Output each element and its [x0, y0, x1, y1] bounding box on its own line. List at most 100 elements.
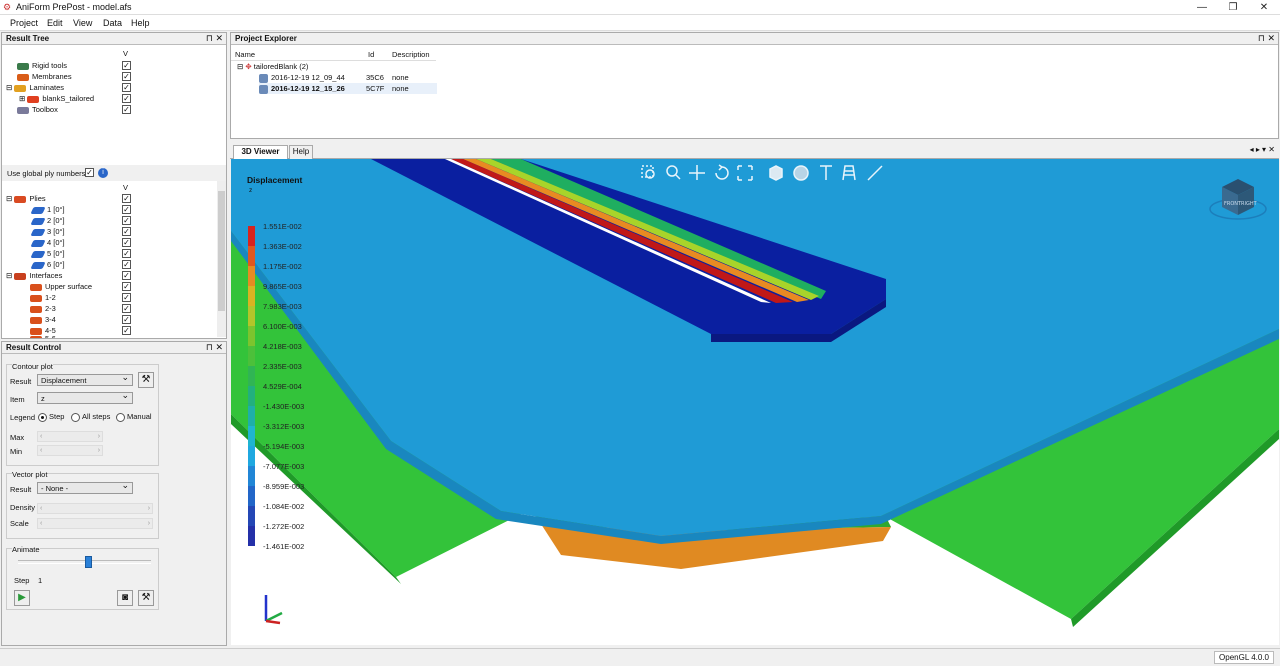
cube-icon[interactable] [769, 165, 783, 181]
laminates-checkbox[interactable]: ✓ [122, 83, 131, 92]
camera-icon[interactable]: ◙ [117, 590, 133, 606]
sphere-icon[interactable] [793, 165, 809, 181]
tab-controls[interactable]: ◂ ▸ ▾ ✕ [1250, 145, 1275, 154]
animate-slider[interactable] [18, 556, 151, 568]
contour-result-select[interactable]: Displacement [37, 372, 133, 386]
legend-manual-radio[interactable]: Manual [116, 412, 152, 422]
ply-checkbox[interactable]: ✓ [122, 205, 131, 214]
menu-view[interactable]: View [73, 18, 92, 28]
plies-checkbox[interactable]: ✓ [122, 194, 131, 203]
ply-checkbox[interactable]: ✓ [122, 216, 131, 225]
column-name[interactable]: Name [235, 50, 255, 59]
pin-icon[interactable]: ⊓ [206, 33, 213, 43]
interface-item[interactable]: Upper surface [30, 281, 92, 292]
legend-step-radio[interactable]: Step [38, 412, 64, 422]
tree-item-laminates[interactable]: ⊟ Laminates [6, 82, 64, 93]
interface-item[interactable]: 2-3 [30, 303, 56, 314]
project-row-selected[interactable]: 2016-12-19 12_15_26 5C7F none [259, 83, 437, 94]
menu-project[interactable]: Project [10, 18, 38, 28]
ply-scrollbar[interactable] [217, 181, 226, 337]
3d-scene[interactable]: FRONT RIGHT [231, 159, 1279, 645]
column-id[interactable]: Id [368, 50, 374, 59]
legend-allsteps-radio[interactable]: All steps [71, 412, 110, 422]
ply-item[interactable]: 6 [0°] [30, 259, 65, 270]
close-button[interactable]: ✕ [1249, 0, 1279, 15]
ply-checkbox[interactable]: ✓ [122, 260, 131, 269]
interface-checkbox[interactable]: ✓ [122, 293, 131, 302]
interface-checkbox[interactable]: ✓ [122, 326, 131, 335]
zoom-box-icon[interactable] [641, 165, 655, 179]
text-icon[interactable] [820, 165, 832, 180]
expand-icon[interactable]: ⊞ [19, 94, 25, 103]
ply-item[interactable]: 3 [0°] [30, 226, 65, 237]
ply-item[interactable]: 1 [0°] [30, 204, 65, 215]
info-icon[interactable]: i [98, 168, 108, 178]
ply-item[interactable]: 5 [0°] [30, 248, 65, 259]
interface-item-partial[interactable]: 5-6 [30, 334, 56, 338]
rigid-tools-checkbox[interactable]: ✓ [122, 61, 131, 70]
collapse-icon[interactable]: ⊟ [237, 62, 243, 71]
pin-icon[interactable]: ⊓ [1258, 33, 1265, 43]
3d-viewer[interactable]: FRONT RIGHT [231, 159, 1279, 645]
tree-item-rigid-tools[interactable]: Rigid tools [17, 60, 67, 71]
membranes-checkbox[interactable]: ✓ [122, 72, 131, 81]
tab-3d-viewer[interactable]: 3D Viewer [233, 145, 288, 159]
scale-spinner[interactable]: ‹ › [37, 518, 153, 529]
project-row[interactable]: 2016-12-19 12_09_44 35C6 none [259, 72, 437, 83]
max-spinner[interactable]: ‹ › [37, 431, 103, 442]
ply-checkbox[interactable]: ✓ [122, 249, 131, 258]
interface-checkbox[interactable]: ✓ [122, 304, 131, 313]
menu-help[interactable]: Help [131, 18, 150, 28]
ply-checkbox[interactable]: ✓ [122, 238, 131, 247]
pin-icon[interactable]: ⊓ [206, 342, 213, 352]
close-icon[interactable]: ✕ [215, 33, 223, 43]
close-icon[interactable]: ✕ [215, 342, 223, 352]
collapse-icon[interactable]: ⊟ [6, 83, 12, 92]
scroll-thumb[interactable] [218, 191, 225, 311]
menu-edit[interactable]: Edit [47, 18, 63, 28]
close-icon[interactable]: ✕ [1267, 33, 1275, 43]
line-icon[interactable] [867, 165, 883, 181]
interface-checkbox[interactable]: ✓ [122, 282, 131, 291]
menu-data[interactable]: Data [103, 18, 122, 28]
pan-icon[interactable] [689, 165, 705, 180]
measure-icon[interactable] [842, 165, 856, 181]
maximize-button[interactable]: ❐ [1218, 0, 1248, 15]
project-root[interactable]: ⊟ ✥ tailoredBlank (2) [237, 61, 308, 72]
vector-result-select[interactable]: - None - [37, 480, 133, 494]
tab-help[interactable]: Help [289, 145, 313, 159]
fit-icon[interactable] [737, 165, 753, 181]
minimize-button[interactable]: — [1187, 0, 1217, 15]
tab-label: 3D Viewer [241, 147, 280, 156]
item-label: Item [10, 395, 25, 404]
interface-item[interactable]: 3-4 [30, 314, 56, 325]
tree-item-blank[interactable]: ⊞ blankS_tailored [19, 93, 94, 104]
collapse-icon[interactable]: ⊟ [6, 271, 12, 280]
collapse-icon[interactable]: ⊟ [6, 194, 12, 203]
interface-item[interactable]: 1-2 [30, 292, 56, 303]
global-ply-checkbox[interactable]: ✓ [85, 168, 94, 177]
item-select[interactable]: z [37, 390, 133, 404]
interfaces-checkbox[interactable]: ✓ [122, 271, 131, 280]
density-spinner[interactable]: ‹ › [37, 503, 153, 514]
toolbox-checkbox[interactable]: ✓ [122, 105, 131, 114]
tree-item-interfaces[interactable]: ⊟ Interfaces [6, 270, 62, 281]
blank-checkbox[interactable]: ✓ [122, 94, 131, 103]
tree-item-membranes[interactable]: Membranes [17, 71, 72, 82]
min-spinner[interactable]: ‹ › [37, 445, 103, 456]
interface-checkbox[interactable]: ✓ [122, 315, 131, 324]
ply-item[interactable]: 4 [0°] [30, 237, 65, 248]
viewer-toolbar [640, 163, 890, 183]
wrench-icon[interactable]: ⚒ [138, 372, 154, 388]
column-description[interactable]: Description [392, 50, 430, 59]
ply-checkbox[interactable]: ✓ [122, 227, 131, 236]
slider-thumb[interactable] [84, 556, 92, 568]
wrench-icon[interactable]: ⚒ [138, 590, 154, 606]
interface-label: 3-4 [45, 315, 56, 324]
play-icon[interactable]: ▶ [14, 590, 30, 606]
tree-item-plies[interactable]: ⊟ Plies [6, 193, 46, 204]
ply-item[interactable]: 2 [0°] [30, 215, 65, 226]
tree-item-toolbox[interactable]: Toolbox [17, 104, 58, 115]
zoom-icon[interactable] [666, 165, 681, 180]
rotate-icon[interactable] [715, 164, 729, 180]
